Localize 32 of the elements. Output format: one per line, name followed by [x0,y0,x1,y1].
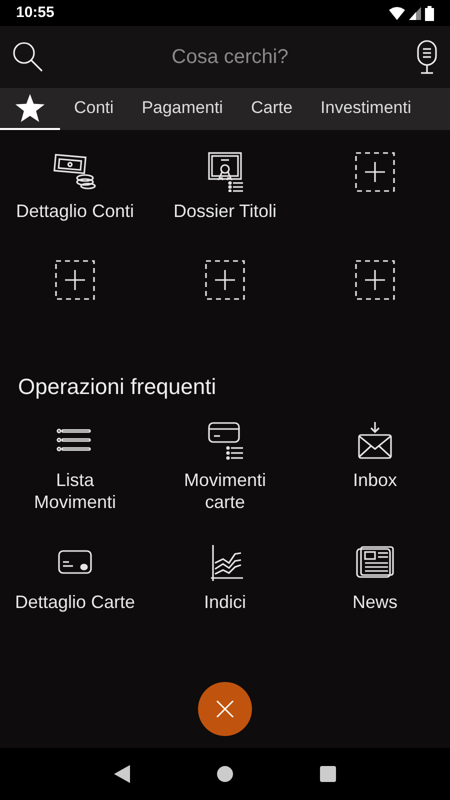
search-icon[interactable] [12,41,44,73]
star-icon [15,94,45,122]
shortcut-label[interactable]: Movimenti carte [164,469,286,513]
add-shortcut-icon[interactable] [55,260,95,300]
banknote-coins-icon [53,152,97,192]
close-icon [216,700,234,718]
microphone-icon[interactable] [416,40,438,74]
category-tab[interactable]: Conti [60,88,128,130]
category-tab[interactable]: Pagamenti [128,88,237,130]
back-icon[interactable] [114,765,130,783]
home-icon[interactable] [216,766,233,782]
search-bar[interactable]: Cosa cerchi? [0,26,450,88]
wifi-icon [389,6,405,20]
shortcut-label[interactable]: Lista Movimenti [14,469,136,513]
search-field[interactable]: Cosa cerchi? [44,42,416,72]
shortcut-label[interactable]: Dossier Titoli [152,200,298,222]
add-shortcut-icon[interactable] [355,260,395,300]
battery-icon [425,6,434,20]
shortcut-label[interactable]: Inbox [314,469,436,491]
shortcut-label[interactable]: Indici [164,591,286,613]
status-time: 10:55 [16,2,54,23]
shortcut-label[interactable]: Dettaglio Conti [2,200,148,222]
add-shortcut-icon[interactable] [205,260,245,300]
shortcut-label[interactable]: Dettaglio Carte [14,591,136,613]
close-button[interactable] [198,682,252,736]
signal-icon [409,6,421,20]
section-title: Operazioni frequenti [17,373,218,401]
add-shortcut-icon[interactable] [355,152,395,192]
shortcut-label[interactable]: News [314,591,436,613]
recents-icon[interactable] [320,766,336,782]
category-tab[interactable]: Carte [236,88,307,130]
category-tab[interactable]: Investimenti [306,88,426,130]
